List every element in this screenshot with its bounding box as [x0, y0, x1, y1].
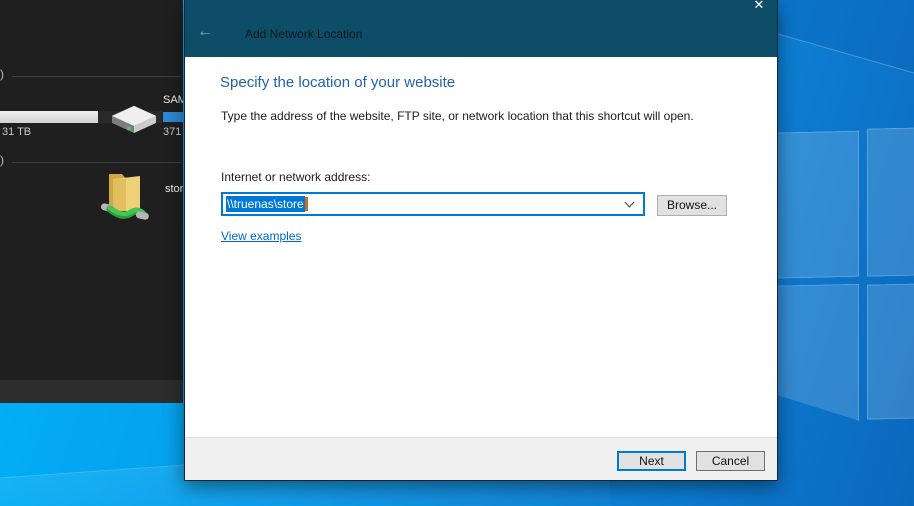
dialog-titlebar: ← Add Network Location ✕: [185, 0, 777, 57]
windows-logo-pane-top-right: [867, 127, 914, 276]
cancel-button[interactable]: Cancel: [696, 451, 765, 471]
group-header-network-locations: ): [0, 153, 4, 167]
wizard-description: Type the address of the website, FTP sit…: [221, 109, 694, 123]
wizard-heading: Specify the location of your website: [220, 74, 455, 91]
address-field-label: Internet or network address:: [221, 170, 370, 184]
hard-drive-icon[interactable]: [109, 101, 159, 146]
file-explorer-window[interactable]: ) 31 TB SAM 371 ): [0, 0, 183, 403]
chevron-down-icon[interactable]: [625, 198, 635, 208]
browse-button[interactable]: Browse...: [657, 195, 727, 216]
view-examples-link[interactable]: View examples: [221, 229, 301, 243]
dialog-footer: Next Cancel: [185, 437, 777, 480]
drive-name-label: SAM: [163, 94, 183, 106]
address-selected-text: \\truenas\store: [226, 196, 305, 212]
back-button[interactable]: ←: [193, 22, 217, 42]
screen: ) 31 TB SAM 371 ): [0, 0, 914, 506]
group-header-drives: ): [0, 67, 4, 81]
group-divider: [12, 162, 181, 163]
add-network-location-dialog: ← Add Network Location ✕ Specify the loc…: [184, 0, 778, 481]
network-folder-icon[interactable]: [100, 167, 150, 230]
drive-capacity-bar: [163, 112, 183, 122]
back-arrow-icon: ←: [197, 23, 213, 40]
close-button[interactable]: ✕: [749, 0, 769, 14]
text-caret: [305, 197, 308, 211]
address-combobox[interactable]: \\truenas\store: [221, 192, 645, 216]
explorer-status-bar: [0, 380, 183, 403]
drive-free-space-label: 31 TB: [2, 126, 31, 138]
group-divider: [12, 76, 181, 77]
next-button[interactable]: Next: [617, 451, 686, 471]
close-icon: ✕: [754, 0, 765, 12]
dialog-title: Add Network Location: [245, 27, 362, 41]
windows-logo-pane-bottom-right: [867, 283, 914, 419]
drive-free-space-label: 371: [163, 126, 181, 138]
network-location-label: stor: [165, 183, 183, 195]
